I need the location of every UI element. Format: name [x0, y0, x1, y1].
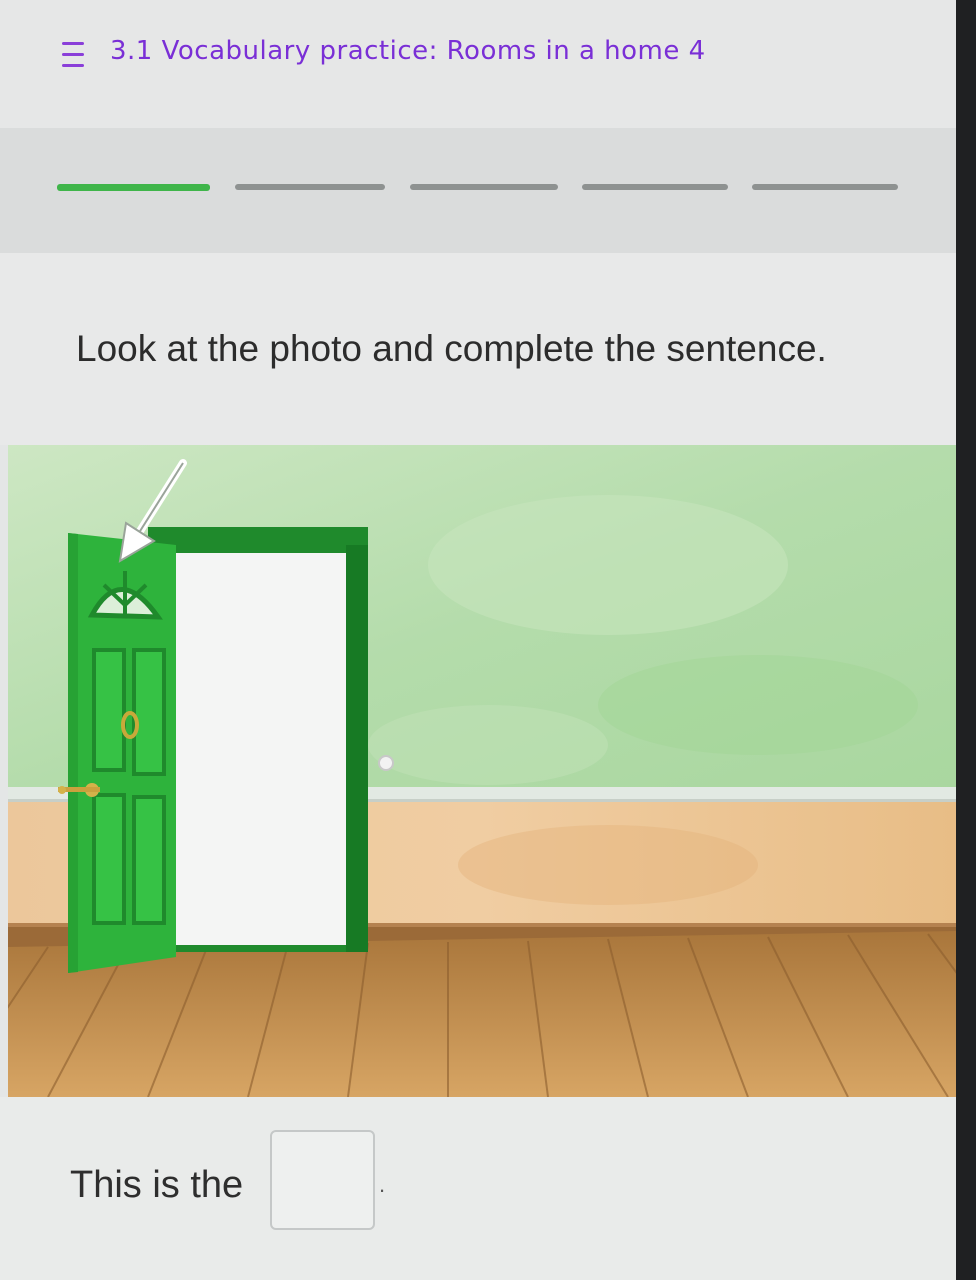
sentence-suffix: . — [379, 1172, 386, 1197]
hamburger-menu-icon[interactable] — [62, 40, 84, 70]
header-bar: 3.1 Vocabulary practice: Rooms in a home… — [0, 0, 956, 128]
progress-step-5 — [752, 184, 898, 190]
sentence-prefix: This is the — [70, 1164, 244, 1206]
page-title: 3.1 Vocabulary practice: Rooms in a home… — [110, 36, 706, 66]
progress-step-4 — [582, 184, 728, 190]
progress-step-2 — [235, 184, 385, 190]
instruction-text: Look at the photo and complete the sente… — [76, 328, 827, 369]
room-photo — [8, 445, 956, 1097]
door-illustration — [8, 445, 956, 1097]
progress-step-1 — [57, 184, 210, 191]
progress-step-3 — [410, 184, 558, 190]
device-edge — [956, 0, 976, 1280]
answer-input[interactable] — [270, 1130, 375, 1230]
